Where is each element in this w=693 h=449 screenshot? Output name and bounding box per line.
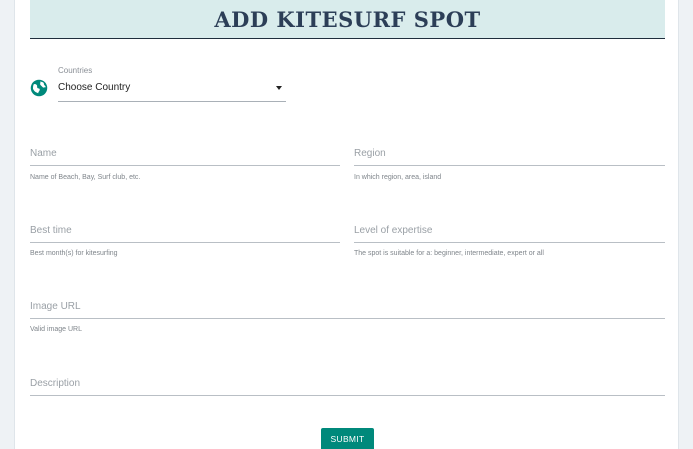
image-url-field[interactable]: Image URL [30,301,665,319]
image-url-placeholder: Image URL [30,301,81,312]
image-url-helper: Valid image URL [30,326,83,333]
region-placeholder: Region [354,148,386,159]
name-placeholder: Name [30,148,57,159]
caret-down-icon [276,86,282,90]
best-time-helper: Best month(s) for kitesurfing [30,250,118,257]
country-select-value: Choose Country [58,82,131,93]
submit-button[interactable]: SUBMIT [321,428,374,449]
page-title: ADD KITESURF SPOT [214,6,481,32]
best-time-field[interactable]: Best time [30,225,340,243]
region-field[interactable]: Region [354,148,665,166]
level-helper: The spot is suitable for a: beginner, in… [354,250,544,257]
level-placeholder: Level of expertise [354,225,433,236]
best-time-placeholder: Best time [30,225,72,236]
name-helper: Name of Beach, Bay, Surf club, etc. [30,174,141,181]
name-field[interactable]: Name [30,148,340,166]
form-card: ADD KITESURF SPOT Countries Choose Count… [14,0,679,449]
level-field[interactable]: Level of expertise [354,225,665,243]
description-field[interactable]: Description [30,378,665,396]
countries-label: Countries [58,66,93,75]
page-header: ADD KITESURF SPOT [30,0,665,39]
country-select[interactable]: Choose Country [58,78,286,102]
globe-icon [30,79,48,97]
region-helper: In which region, area, island [354,174,442,181]
description-placeholder: Description [30,378,81,389]
